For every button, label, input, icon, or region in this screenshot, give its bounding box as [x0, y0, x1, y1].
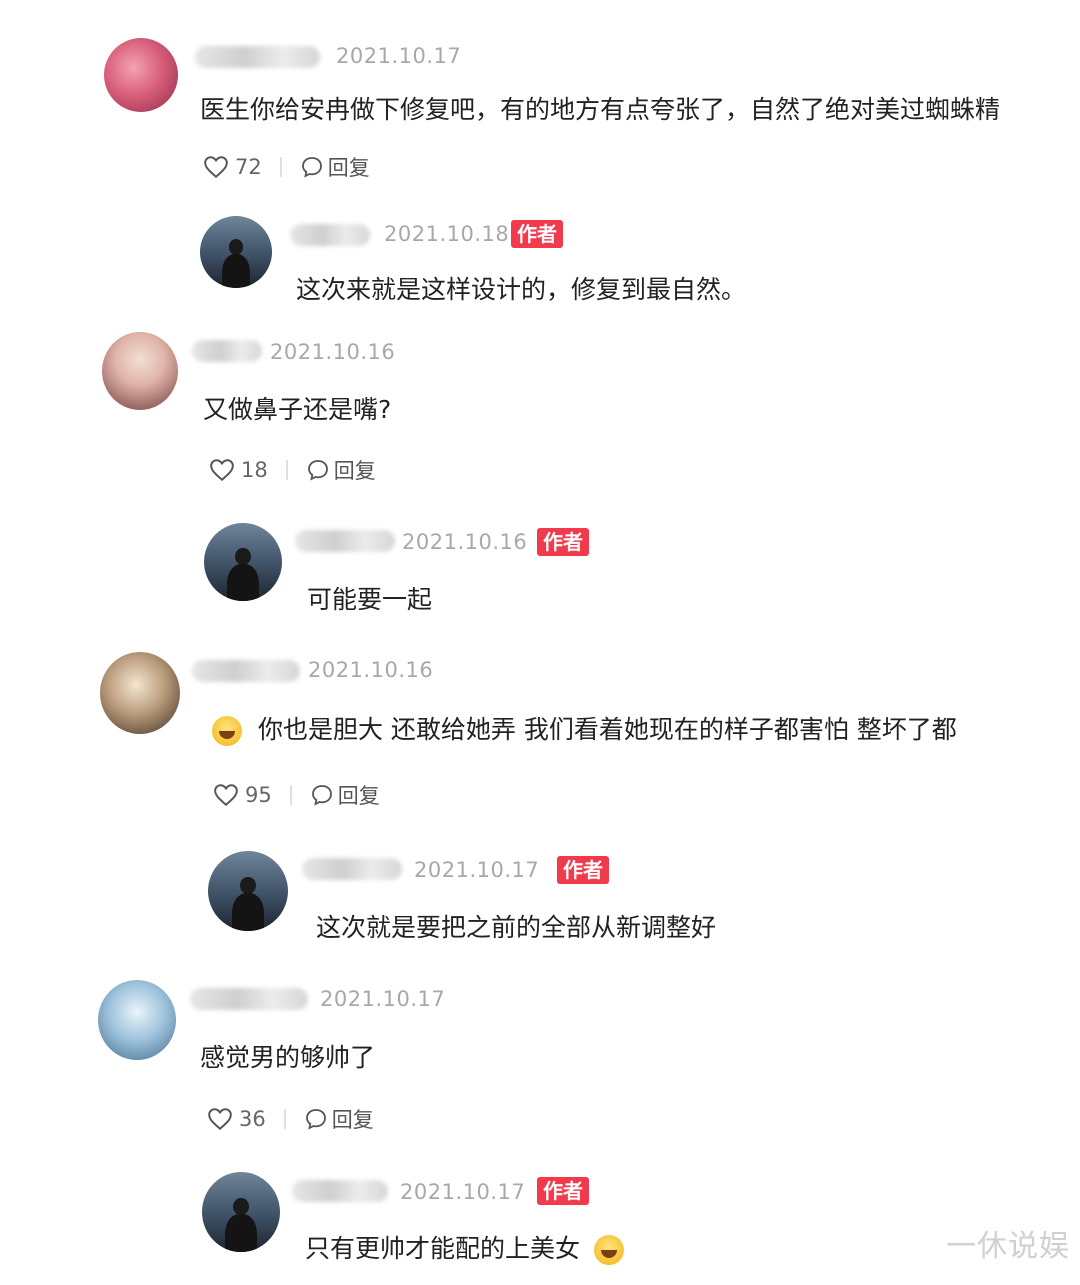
comment-date: 2021.10.16 [308, 658, 434, 682]
reply-text: 只有更帅才能配的上美女 [305, 1229, 624, 1265]
like-button[interactable]: 72 [203, 155, 262, 179]
username-blurred[interactable] [192, 340, 262, 362]
like-count: 18 [241, 458, 268, 482]
user-avatar[interactable] [104, 38, 178, 112]
comment-text: 感觉男的够帅了 [200, 1043, 376, 1072]
username-blurred[interactable] [192, 660, 300, 682]
like-button[interactable]: 18 [209, 458, 268, 482]
comment-actions: 18 回复 [209, 455, 376, 485]
like-button[interactable]: 95 [213, 783, 272, 807]
comment-text: 又做鼻子还是嘴? [203, 395, 392, 424]
reply-button[interactable]: 回复 [300, 152, 370, 182]
speech-bubble-icon [311, 785, 332, 806]
reply-label: 回复 [331, 1108, 374, 1132]
like-count: 95 [245, 783, 272, 807]
reply-date: 2021.10.16 [402, 530, 528, 554]
author-avatar[interactable] [200, 216, 272, 288]
speech-bubble-icon [305, 1109, 326, 1130]
comment-date: 2021.10.17 [320, 987, 446, 1011]
author-name-blurred[interactable] [292, 1180, 388, 1202]
comment-date: 2021.10.16 [270, 340, 396, 364]
user-avatar[interactable] [98, 980, 176, 1060]
heart-outline-icon [210, 459, 234, 482]
reply-text: 这次就是要把之前的全部从新调整好 [316, 913, 717, 942]
comment-date: 2021.10.17 [336, 44, 462, 68]
watermark: 一休说娱 [946, 1229, 1070, 1264]
like-button[interactable]: 36 [207, 1107, 266, 1131]
reply-date: 2021.10.17 [414, 858, 540, 882]
speech-bubble-icon [307, 460, 328, 481]
username-blurred[interactable] [190, 988, 308, 1010]
divider [283, 1109, 286, 1129]
reply-label: 回复 [327, 156, 370, 180]
user-avatar[interactable] [102, 332, 178, 410]
heart-outline-icon [208, 1108, 232, 1131]
divider [289, 785, 292, 805]
comment-text: 你也是胆大 还敢给她弄 我们看着她现在的样子都害怕 整坏了都 [212, 710, 957, 746]
heart-outline-icon [214, 784, 238, 807]
reply-label: 回复 [337, 784, 380, 808]
author-name-blurred[interactable] [290, 224, 370, 246]
divider [279, 157, 282, 177]
author-name-blurred[interactable] [302, 858, 402, 880]
reply-text: 这次来就是这样设计的，修复到最自然。 [296, 275, 747, 304]
laughing-emoji-icon [212, 716, 242, 746]
author-badge: 作者 [511, 220, 563, 248]
author-avatar[interactable] [204, 523, 282, 601]
reply-button[interactable]: 回复 [304, 1104, 374, 1134]
reply-button[interactable]: 回复 [310, 780, 380, 810]
reply-text-body: 只有更帅才能配的上美女 [305, 1234, 581, 1263]
author-badge: 作者 [537, 528, 589, 556]
like-count: 36 [239, 1107, 266, 1131]
reply-date: 2021.10.18 [384, 222, 510, 246]
comment-actions: 72 回复 [203, 152, 370, 182]
heart-outline-icon [204, 156, 228, 179]
author-avatar[interactable] [202, 1172, 280, 1252]
reply-date: 2021.10.17 [400, 1180, 526, 1204]
username-blurred[interactable] [195, 46, 320, 68]
comment-actions: 95 回复 [213, 780, 380, 810]
grinning-emoji-icon [593, 1235, 624, 1265]
divider [285, 460, 288, 480]
comment-text-body: 你也是胆大 还敢给她弄 我们看着她现在的样子都害怕 整坏了都 [257, 715, 957, 744]
author-badge: 作者 [537, 1177, 589, 1205]
reply-text: 可能要一起 [307, 585, 433, 614]
author-name-blurred[interactable] [295, 530, 395, 552]
author-badge: 作者 [557, 856, 609, 884]
user-avatar[interactable] [100, 652, 180, 734]
speech-bubble-icon [301, 157, 322, 178]
reply-label: 回复 [333, 459, 376, 483]
author-avatar[interactable] [208, 851, 288, 931]
comment-actions: 36 回复 [207, 1104, 374, 1134]
like-count: 72 [235, 155, 262, 179]
comment-text: 医生你给安冉做下修复吧，有的地方有点夸张了，自然了绝对美过蜘蛛精 [200, 95, 1001, 124]
reply-button[interactable]: 回复 [306, 455, 376, 485]
